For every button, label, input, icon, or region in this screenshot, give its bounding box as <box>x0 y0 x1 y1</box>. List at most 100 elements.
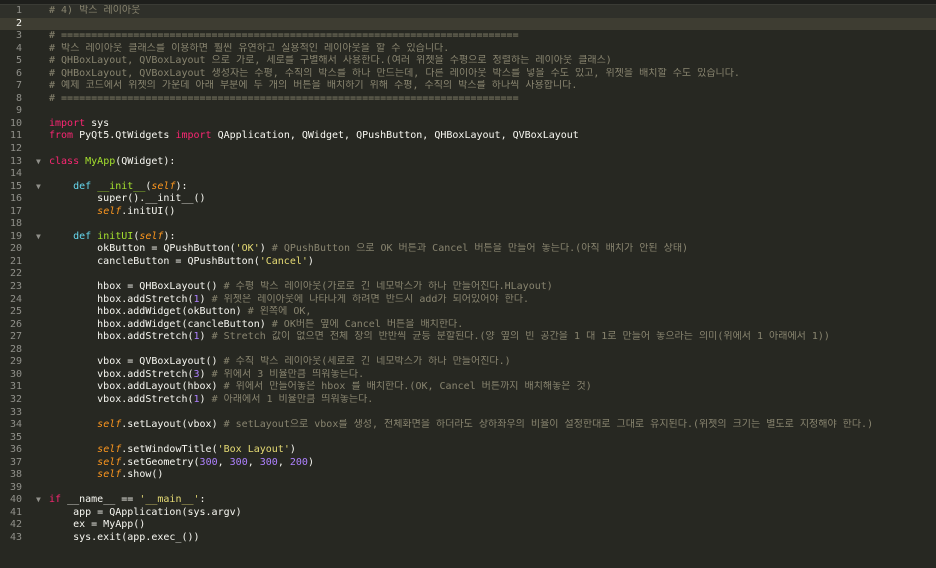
code-text: from PyQt5.QtWidgets import QApplication… <box>49 130 936 143</box>
line-number: 1 <box>15 5 22 16</box>
code-line[interactable]: 10 import sys <box>0 118 936 131</box>
code-text: self.initUI() <box>49 206 936 219</box>
code-token: , <box>217 456 230 468</box>
code-token: def <box>73 230 92 242</box>
code-line[interactable]: 17 self.initUI() <box>0 206 936 219</box>
code-token: ) <box>199 293 212 305</box>
line-number: 9 <box>15 105 22 117</box>
code-token: (QWidget): <box>115 155 176 167</box>
code-line[interactable]: 35 <box>0 432 936 445</box>
code-line[interactable]: 2 <box>0 17 936 31</box>
code-line[interactable]: 16 super().__init__() <box>0 193 936 206</box>
code-text: # QHBoxLayout, QVBoxLayout 으로 가로, 세로를 구별… <box>49 55 936 68</box>
code-token: # QHBoxLayout, QVBoxLayout 생성자는 수평, 수직의 … <box>49 67 740 79</box>
code-token: vbox.addStretch( <box>49 368 194 380</box>
code-token: ): <box>163 230 176 242</box>
code-line[interactable]: 34 self.setLayout(vbox) # setLayout으로 vb… <box>0 419 936 432</box>
line-number: 37 <box>9 456 22 468</box>
line-number: 6 <box>15 67 22 79</box>
code-token: hbox.addWidget(cancleButton) <box>49 318 272 330</box>
code-line[interactable]: 3 # =====================================… <box>0 30 936 43</box>
code-text: super().__init__() <box>49 193 936 206</box>
line-number: 5 <box>15 55 22 67</box>
code-line[interactable]: 29 vbox = QVBoxLayout() # 수직 박스 레이아웃(세로로… <box>0 356 936 369</box>
code-line[interactable]: 41 app = QApplication(sys.argv) <box>0 507 936 520</box>
code-token: # Stretch 값이 없으면 전체 창의 반반씩 균등 분할된다.(양 옆의… <box>211 331 830 343</box>
code-line[interactable]: 22 <box>0 268 936 281</box>
code-token: hbox = QHBoxLayout() <box>49 281 224 293</box>
code-token: __name__ == <box>61 494 140 506</box>
code-text: hbox.addWidget(cancleButton) # OK버튼 옆에 C… <box>49 319 936 332</box>
code-token: okButton = QPushButton( <box>49 243 236 255</box>
code-token: hbox.addStretch( <box>49 293 194 305</box>
code-line[interactable]: 33 <box>0 407 936 420</box>
fold-toggle-icon[interactable]: ▼ <box>36 231 45 244</box>
code-line[interactable]: 7 # 예제 코드에서 위젯의 가운데 아래 부분에 두 개의 버튼을 배치하기 … <box>0 80 936 93</box>
code-line[interactable]: 38 self.show() <box>0 469 936 482</box>
code-line[interactable]: 37 self.setGeometry(300, 300, 300, 200) <box>0 457 936 470</box>
code-line[interactable]: 1 # 4) 박스 레이아웃 <box>0 5 936 18</box>
code-line[interactable]: 4 # 박스 레이아웃 클래스를 이용하면 훨씬 유연하고 실용적인 레이아웃을 … <box>0 43 936 56</box>
fold-toggle-icon[interactable]: ▼ <box>36 181 45 194</box>
line-number: 42 <box>9 519 22 531</box>
code-token: self <box>97 444 122 456</box>
code-token: # 예제 코드에서 위젯의 가운데 아래 부분에 두 개의 버튼을 배치하기 위… <box>49 80 578 92</box>
code-text: if __name__ == '__main__': <box>49 494 936 507</box>
code-editor[interactable]: 1 # 4) 박스 레이아웃 2 3 # =======================… <box>0 0 936 568</box>
code-token: self <box>97 469 122 481</box>
code-line[interactable]: 40 ▼ if __name__ == '__main__': <box>0 494 936 507</box>
line-number: 28 <box>9 343 22 355</box>
code-line[interactable]: 20 okButton = QPushButton('OK') # QPushB… <box>0 243 936 256</box>
code-line[interactable]: 9 <box>0 105 936 118</box>
code-line[interactable]: 32 vbox.addStretch(1) # 아래에서 1 비율만큼 띄워놓는… <box>0 394 936 407</box>
code-line[interactable]: 26 hbox.addWidget(cancleButton) # OK버튼 옆… <box>0 319 936 332</box>
fold-toggle-icon[interactable]: ▼ <box>36 494 45 507</box>
code-token: ) <box>307 456 314 468</box>
code-line[interactable]: 25 hbox.addWidget(okButton) # 왼쪽에 OK, <box>0 306 936 319</box>
code-line[interactable]: 43 sys.exit(app.exec_()) <box>0 532 936 545</box>
code-lines[interactable]: 1 # 4) 박스 레이아웃 2 3 # =======================… <box>0 5 936 568</box>
code-token: vbox.addStretch( <box>49 393 194 405</box>
line-number: 16 <box>9 193 22 205</box>
code-line[interactable]: 24 hbox.addStretch(1) # 위젯은 레이아웃에 나타나게 하… <box>0 294 936 307</box>
code-line[interactable]: 31 vbox.addLayout(hbox) # 위에서 만들어놓은 hbox… <box>0 381 936 394</box>
code-line[interactable]: 12 <box>0 143 936 156</box>
code-line[interactable]: 6 # QHBoxLayout, QVBoxLayout 생성자는 수평, 수직의… <box>0 68 936 81</box>
code-line[interactable]: 23 hbox = QHBoxLayout() # 수평 박스 레이아웃(가로로… <box>0 281 936 294</box>
code-line[interactable]: 8 # =====================================… <box>0 93 936 106</box>
line-number: 34 <box>9 419 22 431</box>
code-line[interactable]: 42 ex = MyApp() <box>0 519 936 532</box>
code-token: 300 <box>259 456 278 468</box>
line-number: 33 <box>9 406 22 418</box>
code-line[interactable]: 36 self.setWindowTitle('Box Layout') <box>0 444 936 457</box>
code-line[interactable]: 28 <box>0 344 936 357</box>
code-text: # 4) 박스 레이아웃 <box>49 5 936 18</box>
code-token: from <box>49 130 74 142</box>
code-line[interactable]: 5 # QHBoxLayout, QVBoxLayout 으로 가로, 세로를 구… <box>0 55 936 68</box>
code-token: self <box>151 180 176 192</box>
line-number: 3 <box>15 30 22 42</box>
code-text: hbox.addStretch(1) # Stretch 값이 없으면 전체 창… <box>49 331 936 344</box>
line-number: 35 <box>9 431 22 443</box>
fold-toggle-icon[interactable]: ▼ <box>36 156 45 169</box>
code-line[interactable]: 15 ▼ def __init__(self): <box>0 181 936 194</box>
code-line[interactable]: 39 <box>0 482 936 495</box>
code-token: # OK버튼 옆에 Cancel 버튼을 배치한다. <box>271 318 464 330</box>
code-line[interactable]: 14 <box>0 168 936 181</box>
code-token: ex = MyApp() <box>49 519 146 531</box>
code-text: vbox.addLayout(hbox) # 위에서 만들어놓은 hbox 를 … <box>49 381 936 394</box>
code-line[interactable]: 21 cancleButton = QPushButton('Cancel') <box>0 256 936 269</box>
code-token: hbox.addWidget(okButton) <box>49 306 248 318</box>
code-line[interactable]: 19 ▼ def initUI(self): <box>0 231 936 244</box>
code-line[interactable]: 11 from PyQt5.QtWidgets import QApplicati… <box>0 130 936 143</box>
code-line[interactable]: 13 ▼ class MyApp(QWidget): <box>0 156 936 169</box>
code-text: ex = MyApp() <box>49 519 936 532</box>
line-number: 18 <box>9 218 22 230</box>
code-token: 'OK' <box>235 243 260 255</box>
code-token: initUI <box>97 230 134 242</box>
code-line[interactable]: 30 vbox.addStretch(3) # 위에서 3 비율만큼 띄워놓는다… <box>0 369 936 382</box>
code-token: ) <box>307 255 314 267</box>
code-line[interactable]: 18 <box>0 218 936 231</box>
code-line[interactable]: 27 hbox.addStretch(1) # Stretch 값이 없으면 전… <box>0 331 936 344</box>
